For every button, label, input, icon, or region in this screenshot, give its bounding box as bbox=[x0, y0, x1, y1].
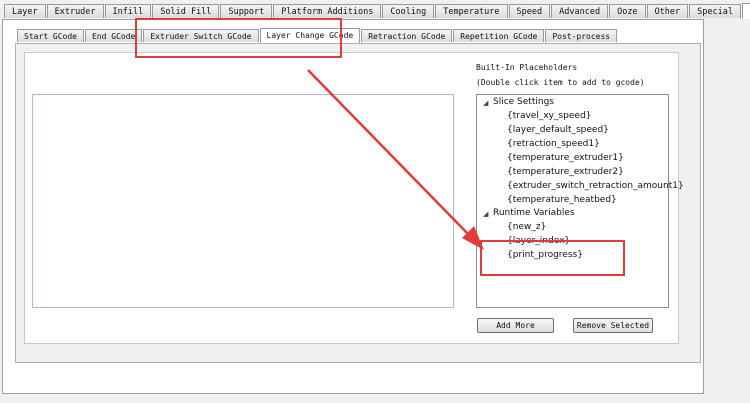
annotation-arrow bbox=[307, 69, 484, 250]
